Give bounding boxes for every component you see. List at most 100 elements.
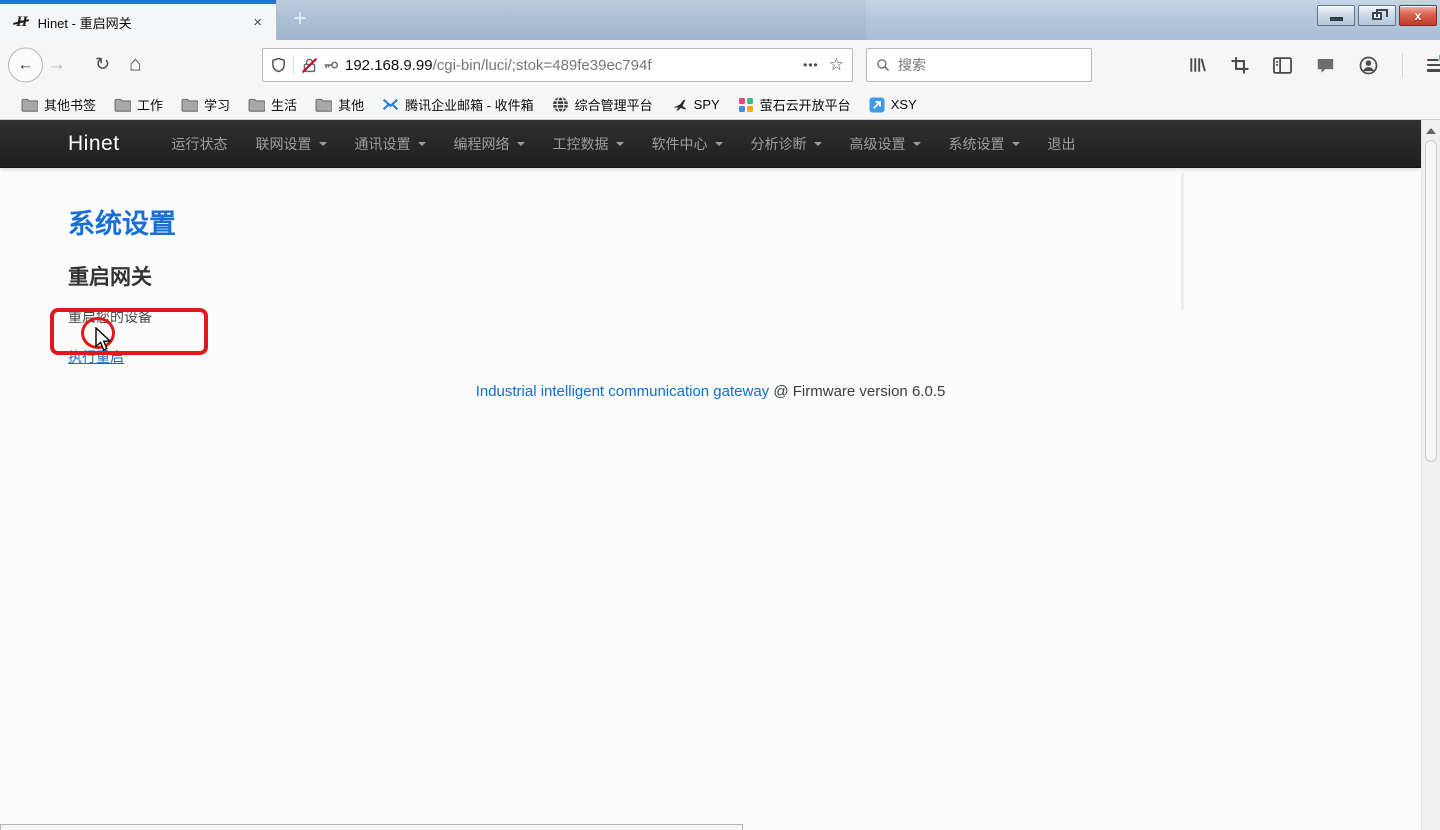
folder-icon [21, 98, 38, 112]
screenshot-icon[interactable] [1231, 56, 1249, 74]
nav-item-analysis-diagnosis[interactable]: 分析诊断 [737, 134, 836, 154]
bookmark-xsy[interactable]: XSY [860, 94, 926, 116]
browser-tab-active[interactable]: H Hinet - 重启网关 × [0, 0, 277, 40]
nav-item-running-status[interactable]: 运行状态 [158, 134, 242, 154]
folder-icon [248, 98, 265, 112]
footer-gateway-link[interactable]: Industrial intelligent communication gat… [476, 383, 770, 400]
reload-icon: ↻ [95, 54, 110, 74]
bookmark-folder-study[interactable]: 学习 [172, 92, 239, 117]
bookmark-label: 学习 [204, 95, 230, 114]
nav-item-advanced-settings[interactable]: 高级设置 [836, 134, 935, 154]
perform-reboot-link[interactable]: 执行重启 [68, 349, 124, 365]
bookmark-label: 腾讯企业邮箱 - 收件箱 [405, 95, 534, 114]
tracking-shield-icon[interactable] [271, 57, 286, 73]
forward-icon: → [47, 54, 66, 75]
nav-item-programming-network[interactable]: 编程网络 [440, 134, 539, 154]
browser-toolbar: ← → ↻ ⌂ 192.168.9.99/cgi-bin/luci/;stok=… [0, 40, 1440, 90]
chevron-down-icon [715, 142, 723, 146]
section-title: 重启网关 [68, 261, 1440, 291]
url-text[interactable]: 192.168.9.99/cgi-bin/luci/;stok=489fe39e… [345, 57, 799, 74]
back-button[interactable]: ← [8, 48, 43, 83]
brand-logo[interactable]: Hinet [68, 132, 120, 156]
chevron-down-icon [418, 142, 426, 146]
sidebar-icon[interactable] [1273, 57, 1292, 74]
status-popup [0, 824, 743, 830]
page-footer: Industrial intelligent communication gat… [0, 383, 1421, 400]
window-titlebar: H Hinet - 重启网关 × + x [0, 0, 1440, 40]
vertical-scrollbar[interactable] [1421, 120, 1440, 830]
chevron-down-icon [616, 142, 624, 146]
content-divider [1181, 173, 1184, 310]
bookmark-ezviz-platform[interactable]: 萤石云开放平台 [729, 92, 860, 117]
chevron-down-icon [319, 142, 327, 146]
bookmark-star-icon[interactable]: ☆ [829, 55, 844, 75]
scrollbar-up-arrow-icon[interactable] [1426, 128, 1436, 134]
bookmark-spy[interactable]: SPY [662, 94, 729, 116]
bookmark-folder-other-bookmarks[interactable]: 其他书签 [12, 92, 105, 117]
tencent-exmail-icon [382, 97, 399, 112]
restore-icon [1372, 12, 1382, 20]
bookmark-label: XSY [891, 97, 917, 112]
restore-button[interactable] [1358, 5, 1396, 26]
account-icon[interactable] [1359, 56, 1378, 75]
reload-button[interactable]: ↻ [95, 54, 110, 75]
bookmark-folder-misc[interactable]: 其他 [306, 92, 373, 117]
toolbar-separator [1402, 53, 1403, 77]
bookmarks-bar: 其他书签 工作 学习 生活 其他 腾讯企业邮箱 - 收件箱 综合管理平台 [0, 90, 1440, 120]
minimize-button[interactable] [1317, 5, 1355, 26]
home-button[interactable]: ⌂ [129, 53, 142, 77]
page-title: 系统设置 [68, 202, 1440, 241]
insecure-lock-icon [301, 57, 318, 74]
saved-login-key-icon [323, 57, 339, 73]
new-tab-button[interactable]: + [283, 4, 317, 36]
firmware-version-text: @ Firmware version 6.0.5 [773, 383, 945, 400]
toolbar-icons: ↑ [1188, 40, 1440, 90]
nav-item-system-settings[interactable]: 系统设置 [935, 134, 1034, 154]
xsy-icon [869, 97, 885, 113]
bookmark-label: SPY [694, 97, 720, 112]
close-button[interactable]: x [1399, 5, 1437, 26]
search-icon [876, 58, 890, 72]
bookmark-label: 生活 [271, 95, 297, 114]
forward-button[interactable]: → [47, 54, 66, 76]
messages-bubble-icon[interactable] [1316, 57, 1335, 74]
page-content: 系统设置 重启网关 重启您的设备 执行重启 [0, 168, 1440, 367]
bookmark-tencent-exmail[interactable]: 腾讯企业邮箱 - 收件箱 [373, 92, 543, 117]
titlebar-shade [277, 0, 866, 40]
tab-close-icon[interactable]: × [249, 14, 266, 31]
nav-item-industrial-data[interactable]: 工控数据 [539, 134, 638, 154]
close-icon: x [1415, 10, 1422, 22]
menu-button[interactable]: ↑ [1427, 59, 1440, 72]
bookmark-label: 综合管理平台 [575, 95, 653, 114]
scrollbar-thumb[interactable] [1425, 140, 1437, 462]
nav-item-logout[interactable]: 退出 [1034, 134, 1090, 154]
bookmark-label: 萤石云开放平台 [760, 95, 851, 114]
folder-icon [114, 98, 131, 112]
minimize-icon [1330, 17, 1343, 21]
home-icon: ⌂ [129, 53, 142, 76]
hinet-favicon-icon: H [16, 14, 28, 31]
urlbar-separator [293, 55, 294, 75]
bookmark-label: 工作 [137, 95, 163, 114]
page-actions-icon[interactable]: ••• [803, 58, 819, 72]
chevron-down-icon [517, 142, 525, 146]
window-controls: x [1317, 5, 1437, 26]
bookmark-management-platform[interactable]: 综合管理平台 [543, 92, 662, 117]
back-icon: ← [18, 56, 34, 74]
nav-item-communication-settings[interactable]: 通讯设置 [341, 134, 440, 154]
bookmark-label: 其他书签 [44, 95, 96, 114]
search-input[interactable] [898, 57, 1082, 73]
site-navbar: Hinet 运行状态 联网设置 通讯设置 编程网络 工控数据 软件中心 分析诊断… [0, 120, 1421, 168]
library-icon[interactable] [1188, 56, 1207, 74]
globe-icon [552, 96, 569, 113]
plane-icon [671, 97, 688, 113]
url-bar[interactable]: 192.168.9.99/cgi-bin/luci/;stok=489fe39e… [262, 48, 853, 82]
tab-title: Hinet - 重启网关 [38, 13, 250, 32]
bookmark-folder-work[interactable]: 工作 [105, 92, 172, 117]
nav-item-network-settings[interactable]: 联网设置 [242, 134, 341, 154]
bookmark-folder-life[interactable]: 生活 [239, 92, 306, 117]
url-host: 192.168.9.99 [345, 57, 433, 74]
search-bar[interactable] [866, 48, 1092, 82]
nav-item-software-center[interactable]: 软件中心 [638, 134, 737, 154]
ezviz-icon [738, 97, 754, 113]
